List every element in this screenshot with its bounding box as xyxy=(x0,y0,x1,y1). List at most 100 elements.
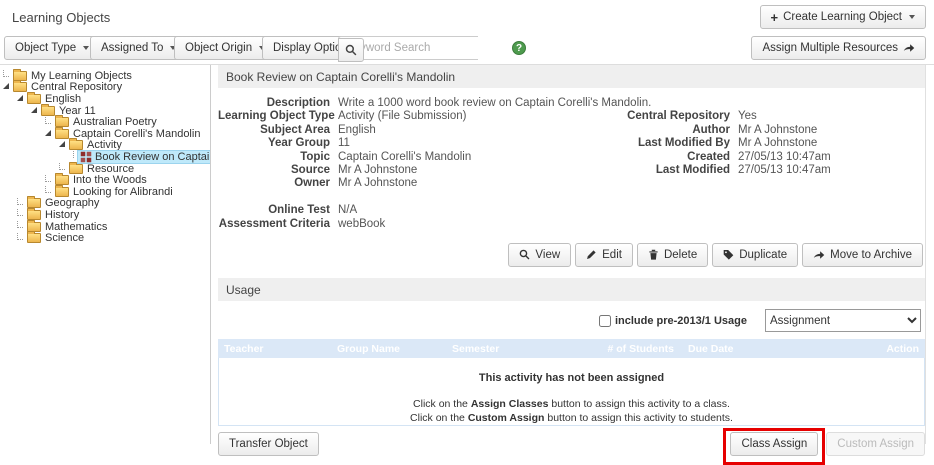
detail-title: Book Review on Captain Corelli's Mandoli… xyxy=(218,65,925,88)
detail-panel: Book Review on Captain Corelli's Mandoli… xyxy=(218,65,926,444)
tree-item-australian-poetry[interactable]: Australian Poetry xyxy=(0,116,210,128)
usage-type-select[interactable]: Assignment xyxy=(765,309,921,332)
field-label: Subject Area xyxy=(218,124,330,137)
field-value: Captain Corelli's Mandolin xyxy=(338,151,588,164)
field-label: Topic xyxy=(218,151,330,164)
tree-expander-icon[interactable] xyxy=(3,83,9,89)
custom-assign-hint: Click on the Custom Assign button to ass… xyxy=(219,412,924,424)
field-value: Mr A Johnstone xyxy=(738,137,925,150)
tree-expander-icon[interactable] xyxy=(31,107,37,113)
column-header: Action xyxy=(848,343,919,355)
tree-item-science[interactable]: Science xyxy=(0,232,210,244)
tree-expander-icon[interactable] xyxy=(45,130,51,136)
folder-icon xyxy=(13,82,27,92)
field-value: 27/05/13 10:47am xyxy=(738,164,925,177)
tree-connector xyxy=(45,117,51,124)
duplicate-button[interactable]: Duplicate xyxy=(712,243,798,267)
folder-icon xyxy=(69,140,83,150)
folder-icon xyxy=(27,222,41,232)
usage-section-title: Usage xyxy=(218,278,925,301)
folder-icon xyxy=(27,198,41,208)
search-icon xyxy=(519,249,530,260)
tree-item-activity[interactable]: Activity xyxy=(0,140,210,152)
folder-icon xyxy=(27,233,41,243)
column-header: Due Date xyxy=(688,343,848,355)
tree-expander-icon[interactable] xyxy=(17,95,23,101)
field-value: Mr A Johnstone xyxy=(338,164,588,177)
field-value: Mr A Johnstone xyxy=(338,177,588,190)
tree-expander-icon[interactable] xyxy=(59,141,65,147)
field-label: Owner xyxy=(218,177,330,190)
object-origin-filter-button[interactable]: Object Origin xyxy=(174,36,276,60)
assign-multiple-resources-button[interactable]: Assign Multiple Resources xyxy=(751,36,926,60)
create-learning-object-button[interactable]: + Create Learning Object xyxy=(760,5,927,29)
view-button[interactable]: View xyxy=(508,243,571,267)
include-pre2013-checkbox[interactable] xyxy=(599,315,611,327)
edit-button[interactable]: Edit xyxy=(575,243,633,267)
tree-item-my-learning-objects[interactable]: My Learning Objects xyxy=(0,70,210,82)
selected-tree-node[interactable]: Book Review on Captain Corelli's Mandoli… xyxy=(78,151,211,163)
arrow-right-icon xyxy=(813,249,825,261)
tree-item-captain-corellis-mandolin[interactable]: Captain Corelli's Mandolin xyxy=(0,128,210,140)
help-icon[interactable]: ? xyxy=(512,41,526,55)
tree-item-year-11[interactable]: Year 11 xyxy=(0,105,210,117)
field-value: 11 xyxy=(338,137,588,150)
tree-connector xyxy=(73,151,74,158)
tree-connector xyxy=(3,70,9,77)
tree-connector xyxy=(45,175,51,182)
detail-fields: Description Write a 1000 word book revie… xyxy=(218,97,925,231)
plus-icon: + xyxy=(771,10,779,25)
assign-classes-hint: Click on the Assign Classes button to as… xyxy=(219,398,924,410)
field-value: English xyxy=(338,124,588,137)
folder-icon xyxy=(55,187,69,197)
activity-icon xyxy=(80,151,92,163)
tag-icon xyxy=(723,249,734,260)
pencil-icon xyxy=(586,249,597,260)
field-label: Assessment Criteria xyxy=(218,218,330,231)
usage-empty-state: This activity has not been assigned Clic… xyxy=(218,358,925,426)
move-to-archive-button[interactable]: Move to Archive xyxy=(802,243,923,267)
folder-icon xyxy=(69,164,83,174)
assigned-to-filter-button[interactable]: Assigned To xyxy=(90,36,187,60)
object-type-filter-button[interactable]: Object Type xyxy=(4,36,100,60)
field-label: Last Modified By xyxy=(596,137,730,150)
arrow-right-icon xyxy=(903,42,915,54)
field-value: Activity (File Submission) xyxy=(338,110,588,123)
folder-icon xyxy=(27,210,41,220)
page-title: Learning Objects xyxy=(12,10,110,25)
title-bar: Learning Objects + Create Learning Objec… xyxy=(0,0,934,34)
field-label: Learning Object Type xyxy=(218,110,330,123)
tree-connector xyxy=(17,233,23,240)
field-value: Write a 1000 word book review on Captain… xyxy=(338,97,925,110)
field-label: Author xyxy=(596,124,730,137)
tree-item-english[interactable]: English xyxy=(0,93,210,105)
field-label: Last Modified xyxy=(596,164,730,177)
chevron-down-icon xyxy=(83,46,89,50)
column-header: Semester xyxy=(452,343,593,355)
tree-item-resource[interactable]: Resource xyxy=(0,163,210,175)
chevron-down-icon xyxy=(909,15,915,19)
folder-icon xyxy=(27,94,41,104)
field-value: 27/05/13 10:47am xyxy=(738,151,925,164)
filter-bar: Object Type Assigned To Object Origin Di… xyxy=(0,34,934,64)
search-button[interactable] xyxy=(338,38,364,62)
field-label: Central Repository xyxy=(596,110,730,123)
learning-objects-tree: My Learning Objects Central Repository E… xyxy=(0,65,211,444)
tree-item-history[interactable]: History xyxy=(0,209,210,221)
tree-item-into-the-woods[interactable]: Into the Woods xyxy=(0,174,210,186)
field-label: Online Test xyxy=(218,204,330,217)
tree-connector xyxy=(45,186,51,193)
folder-icon xyxy=(55,117,69,127)
include-pre2013-checkbox-label[interactable]: include pre-2013/1 Usage xyxy=(599,315,747,327)
folder-icon xyxy=(41,106,55,116)
column-header: Teacher xyxy=(224,343,337,355)
field-value: Mr A Johnstone xyxy=(738,124,925,137)
tree-item-book-review[interactable]: Book Review on Captain Corelli's Mandoli… xyxy=(0,151,210,163)
tree-connector xyxy=(17,198,23,205)
field-label: Source xyxy=(218,164,330,177)
field-value: webBook xyxy=(338,218,588,231)
field-label: Created xyxy=(596,151,730,164)
field-label: Year Group xyxy=(218,137,330,150)
delete-button[interactable]: Delete xyxy=(637,243,708,267)
tree-connector xyxy=(17,221,23,228)
